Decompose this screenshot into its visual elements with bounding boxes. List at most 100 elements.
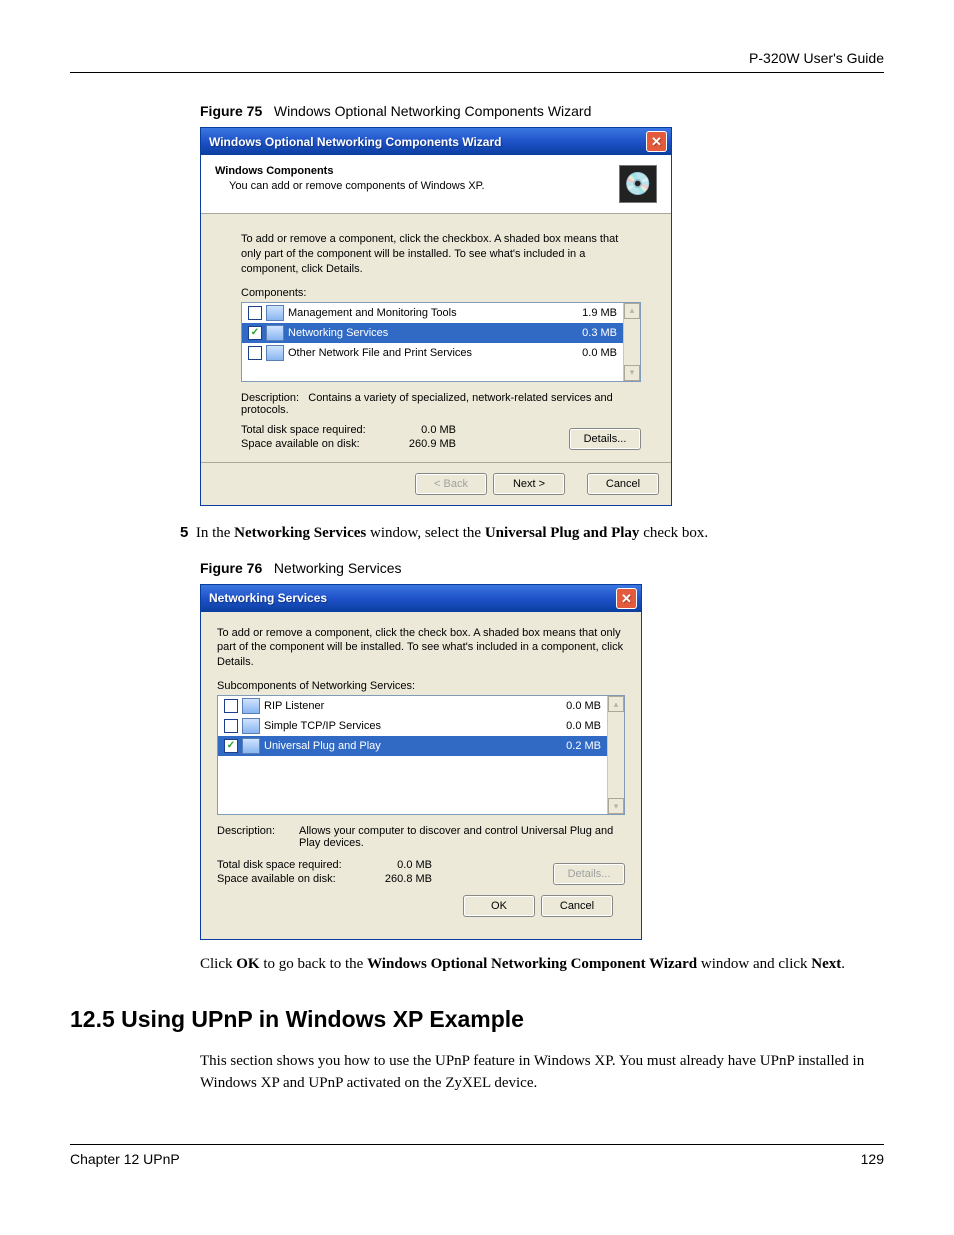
close-button-fig75[interactable]: ✕ <box>646 131 667 152</box>
checkbox[interactable] <box>248 306 262 320</box>
next-button-fig75[interactable]: Next > <box>493 473 565 495</box>
footer-left: Chapter 12 UPnP <box>70 1151 180 1167</box>
disk-required-value-fig75: 0.0 MB <box>401 424 456 436</box>
scrollbar-fig76[interactable]: ▴ ▾ <box>607 696 624 814</box>
footer-rule <box>70 1144 884 1145</box>
footer-right: 129 <box>861 1151 884 1167</box>
banner-sub-fig75: You can add or remove components of Wind… <box>229 180 485 192</box>
step5-b2: Universal Plug and Play <box>485 525 640 541</box>
titlebar-fig76: Networking Services ✕ <box>201 585 641 612</box>
component-size: 0.0 MB <box>566 720 601 732</box>
details-button-fig75[interactable]: Details... <box>569 428 641 450</box>
scroll-down-icon[interactable]: ▾ <box>624 365 640 381</box>
listbox-items-fig75: Management and Monitoring Tools1.9 MB ✓ Ne… <box>242 303 623 381</box>
page-header-guide-title: P-320W User's Guide <box>70 50 884 66</box>
description-label-fig75: Description: <box>241 392 299 404</box>
scrollbar-fig75[interactable]: ▴ ▾ <box>623 303 640 381</box>
component-size: 0.2 MB <box>566 740 601 752</box>
ok-button-fig76[interactable]: OK <box>463 895 535 917</box>
pa-b1: OK <box>236 956 259 972</box>
subcomponents-listbox-fig76[interactable]: RIP Listener0.0 MBSimple TCP/IP Services… <box>217 695 625 815</box>
component-size: 0.0 MB <box>582 347 617 359</box>
banner-fig75: Windows Components You can add or remove… <box>201 155 671 214</box>
component-size: 0.0 MB <box>566 700 601 712</box>
figure-76-label: Figure 76 <box>200 560 262 576</box>
close-button-fig76[interactable]: ✕ <box>616 588 637 609</box>
step-5-number: 5 <box>180 524 188 541</box>
description-text-fig76: Allows your computer to discover and con… <box>299 825 625 849</box>
step5-t3: check box. <box>639 525 708 541</box>
pa-t3: window and click <box>697 956 811 972</box>
section-heading-12-5: 12.5 Using UPnP in Windows XP Example <box>70 1006 884 1033</box>
components-listbox-fig75[interactable]: Management and Monitoring Tools1.9 MB ✓ Ne… <box>241 302 641 382</box>
component-icon <box>242 718 260 734</box>
disk-available-label-fig76: Space available on disk: <box>217 873 377 885</box>
list-item[interactable]: Other Network File and Print Services 0.0… <box>242 343 623 363</box>
list-item[interactable]: ✓ Networking Services 0.3 MB <box>242 323 623 343</box>
component-icon <box>242 698 260 714</box>
cancel-button-fig76[interactable]: Cancel <box>541 895 613 917</box>
checkbox[interactable] <box>224 719 238 733</box>
component-name: RIP Listener <box>264 700 324 712</box>
pa-b3: Next <box>811 956 841 972</box>
disk-required-label-fig76: Total disk space required: <box>217 859 377 871</box>
figure-75-label: Figure 75 <box>200 103 262 119</box>
listbox-items-fig76: RIP Listener0.0 MBSimple TCP/IP Services… <box>218 696 607 814</box>
disk-available-value-fig76: 260.8 MB <box>377 873 432 885</box>
component-size: 1.9 MB <box>582 307 617 319</box>
list-label-fig75: Components: <box>241 287 641 299</box>
description-label-fig76: Description: <box>217 825 287 849</box>
figure-75-caption: Figure 75 Windows Optional Networking Co… <box>200 103 874 119</box>
details-button-fig76[interactable]: Details... <box>553 863 625 885</box>
step5-t2: window, select the <box>366 525 485 541</box>
pa-t4: . <box>841 956 845 972</box>
component-name: Other Network File and Print Services <box>288 347 472 359</box>
list-item[interactable]: RIP Listener 0.0 MB <box>218 696 607 716</box>
scroll-up-icon[interactable]: ▴ <box>624 303 640 319</box>
figure-76-text: Networking Services <box>274 560 402 576</box>
disk-available-label-fig75: Space available on disk: <box>241 438 401 450</box>
wizard-window-fig75: Windows Optional Networking Components W… <box>200 127 672 506</box>
button-row-fig76: OK Cancel <box>217 885 625 927</box>
dialog-window-fig76: Networking Services ✕ To add or remove a… <box>200 584 642 941</box>
window-title-fig76: Networking Services <box>209 591 327 605</box>
button-row-fig75: < Back Next > Cancel <box>201 462 671 505</box>
list-label-fig76: Subcomponents of Networking Services: <box>217 680 625 692</box>
banner-heading-fig75: Windows Components <box>215 165 333 177</box>
component-name: Universal Plug and Play <box>264 740 381 752</box>
component-name: Networking Services <box>288 327 388 339</box>
step-5-line: 5 In the Networking Services window, sel… <box>180 524 874 542</box>
scroll-down-icon[interactable]: ▾ <box>608 798 624 814</box>
component-icon <box>266 305 284 321</box>
component-size: 0.3 MB <box>582 327 617 339</box>
cd-icon: 💿 <box>619 165 657 203</box>
titlebar-fig75: Windows Optional Networking Components W… <box>201 128 671 155</box>
window-title-fig75: Windows Optional Networking Components W… <box>209 135 501 149</box>
disk-required-value-fig76: 0.0 MB <box>377 859 432 871</box>
checkbox[interactable]: ✓ <box>224 739 238 753</box>
scroll-up-icon[interactable]: ▴ <box>608 696 624 712</box>
figure-76-caption: Figure 76 Networking Services <box>200 560 874 576</box>
pa-b2: Windows Optional Networking Component Wi… <box>367 956 697 972</box>
cancel-button-fig75[interactable]: Cancel <box>587 473 659 495</box>
step5-b1: Networking Services <box>234 525 366 541</box>
list-item[interactable]: ✓ Universal Plug and Play 0.2 MB <box>218 736 607 756</box>
checkbox[interactable] <box>224 699 238 713</box>
description-row-fig75: Description: Contains a variety of speci… <box>241 392 641 416</box>
instructions-fig75: To add or remove a component, click the … <box>241 232 641 277</box>
page-footer: Chapter 12 UPnP 129 <box>70 1144 884 1167</box>
component-icon <box>242 738 260 754</box>
step5-t1: In the <box>196 525 234 541</box>
list-item[interactable]: Management and Monitoring Tools1.9 MB <box>242 303 623 323</box>
list-item[interactable]: Simple TCP/IP Services0.0 MB <box>218 716 607 736</box>
checkbox[interactable]: ✓ <box>248 326 262 340</box>
instructions-fig76: To add or remove a component, click the … <box>217 626 625 671</box>
component-icon <box>266 325 284 341</box>
pa-t1: Click <box>200 956 236 972</box>
figure-75-text: Windows Optional Networking Components W… <box>274 103 591 119</box>
component-icon <box>266 345 284 361</box>
back-button-fig75[interactable]: < Back <box>415 473 487 495</box>
post-figure-paragraph: Click OK to go back to the Windows Optio… <box>200 954 874 976</box>
disk-required-label-fig75: Total disk space required: <box>241 424 401 436</box>
checkbox[interactable] <box>248 346 262 360</box>
